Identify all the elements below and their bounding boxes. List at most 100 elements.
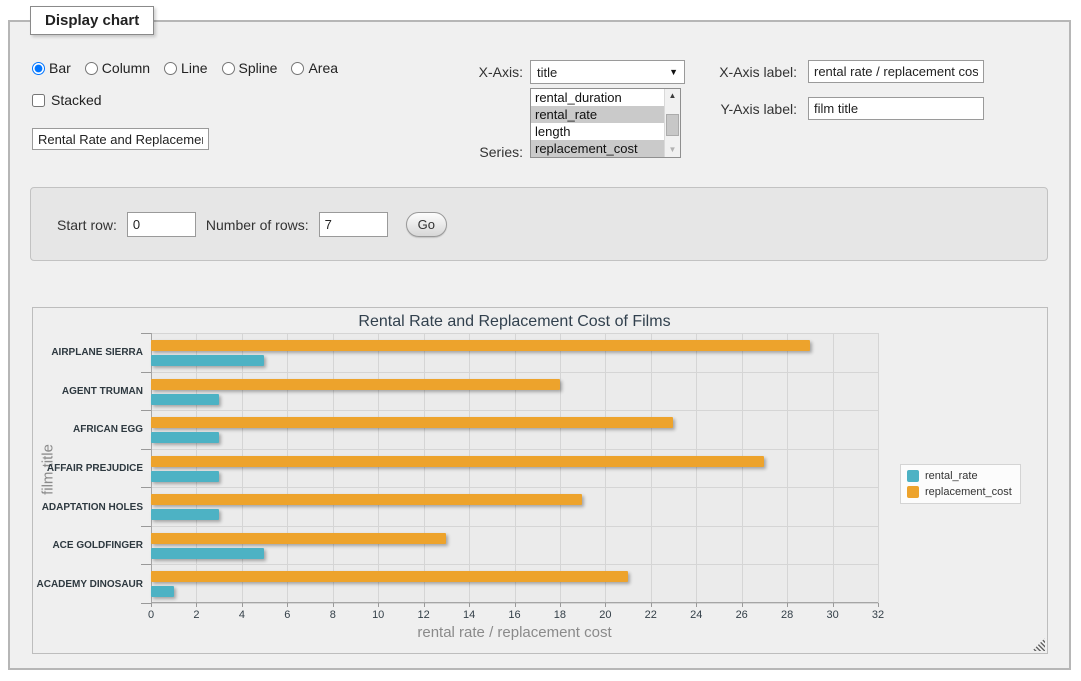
chevron-down-icon: ▼ xyxy=(669,67,678,77)
bar-replacement_cost-academy-dinosaur[interactable] xyxy=(151,571,628,582)
x-axis-tick-label: 20 xyxy=(585,609,625,621)
legend-label: replacement_cost xyxy=(925,486,1012,498)
chart-type-option-area[interactable]: Area xyxy=(291,60,338,76)
y-axis-tick xyxy=(141,603,151,604)
x-axis-tick xyxy=(196,603,197,607)
series-listbox-scrollbar[interactable]: ▲ ▼ xyxy=(664,89,680,157)
x-axis-tick xyxy=(515,603,516,607)
bar-replacement_cost-affair-prejudice[interactable] xyxy=(151,456,764,467)
stacked-option[interactable]: Stacked xyxy=(32,92,102,108)
x-axis-tick-label: 30 xyxy=(813,609,853,621)
stacked-checkbox[interactable] xyxy=(32,94,45,107)
chart-type-option-label: Area xyxy=(308,60,338,76)
query-panel: Start row: Number of rows: Go xyxy=(30,187,1048,261)
chart-container: Rental Rate and Replacement Cost of Film… xyxy=(32,307,1048,654)
gridline-vertical xyxy=(878,333,879,603)
scroll-up-icon[interactable]: ▲ xyxy=(665,89,680,103)
series-option-rental_rate[interactable]: rental_rate xyxy=(531,106,664,123)
x-axis-tick-label: 26 xyxy=(722,609,762,621)
bar-rental_rate-academy-dinosaur[interactable] xyxy=(151,586,174,597)
gridline-horizontal xyxy=(151,372,878,373)
bar-replacement_cost-african-egg[interactable] xyxy=(151,417,673,428)
bar-replacement_cost-agent-truman[interactable] xyxy=(151,379,560,390)
category-label: AGENT TRUMAN xyxy=(33,386,143,397)
legend-item-replacement_cost[interactable]: replacement_cost xyxy=(907,486,1012,498)
gridline-vertical xyxy=(242,333,243,603)
x-axis-tick xyxy=(424,603,425,607)
chart-legend: rental_rate replacement_cost xyxy=(900,464,1021,504)
series-option-replacement_cost[interactable]: replacement_cost xyxy=(531,140,664,157)
bar-rental_rate-african-egg[interactable] xyxy=(151,432,219,443)
x-axis-tick xyxy=(651,603,652,607)
category-label: AFRICAN EGG xyxy=(33,424,143,435)
scrollbar-thumb[interactable] xyxy=(666,114,679,136)
series-listbox[interactable]: rental_durationrental_ratelengthreplacem… xyxy=(530,88,681,158)
gridline-vertical xyxy=(560,333,561,603)
chart-type-radio-line[interactable] xyxy=(164,62,177,75)
start-row-label: Start row: xyxy=(57,217,117,233)
x-axis-tick-label: 24 xyxy=(676,609,716,621)
chart-type-radio-spline[interactable] xyxy=(222,62,235,75)
x-axis-tick xyxy=(742,603,743,607)
chart-type-option-bar[interactable]: Bar xyxy=(32,60,71,76)
bar-rental_rate-airplane-sierra[interactable] xyxy=(151,355,264,366)
x-axis-label-input[interactable] xyxy=(808,60,984,83)
legend-swatch-icon xyxy=(907,470,919,482)
x-axis-tick xyxy=(469,603,470,607)
x-axis-tick xyxy=(696,603,697,607)
x-axis-tick-label: 8 xyxy=(313,609,353,621)
category-label: ACADEMY DINOSAUR xyxy=(33,579,143,590)
chart-type-option-label: Spline xyxy=(239,60,278,76)
x-axis-tick xyxy=(242,603,243,607)
chart-title-input[interactable] xyxy=(32,128,209,150)
x-axis-tick xyxy=(333,603,334,607)
chart-type-option-spline[interactable]: Spline xyxy=(222,60,278,76)
series-listbox-options: rental_durationrental_ratelengthreplacem… xyxy=(531,89,664,157)
gridline-vertical xyxy=(742,333,743,603)
chart-type-option-column[interactable]: Column xyxy=(85,60,150,76)
x-axis-tick-label: 28 xyxy=(767,609,807,621)
bar-rental_rate-agent-truman[interactable] xyxy=(151,394,219,405)
go-button[interactable]: Go xyxy=(406,212,447,237)
y-axis-tick xyxy=(141,410,151,411)
x-axis-tick xyxy=(787,603,788,607)
bar-replacement_cost-airplane-sierra[interactable] xyxy=(151,340,810,351)
chart-type-radio-area[interactable] xyxy=(291,62,304,75)
chart-type-option-label: Line xyxy=(181,60,207,76)
x-axis-tick xyxy=(151,603,152,607)
gridline-vertical xyxy=(787,333,788,603)
scroll-down-icon[interactable]: ▼ xyxy=(665,143,680,157)
y-axis-tick xyxy=(141,372,151,373)
x-axis-tick-label: 18 xyxy=(540,609,580,621)
chart-type-option-line[interactable]: Line xyxy=(164,60,207,76)
legend-item-rental_rate[interactable]: rental_rate xyxy=(907,470,1012,482)
num-rows-input[interactable] xyxy=(319,212,388,237)
bar-replacement_cost-ace-goldfinger[interactable] xyxy=(151,533,446,544)
resize-grip-icon[interactable] xyxy=(1032,638,1045,651)
display-chart-fieldset: Display chart BarColumnLineSplineArea St… xyxy=(8,20,1071,670)
bar-rental_rate-ace-goldfinger[interactable] xyxy=(151,548,264,559)
gridline-vertical xyxy=(605,333,606,603)
x-axis-tick-label: 22 xyxy=(631,609,671,621)
x-axis-tick xyxy=(287,603,288,607)
bar-rental_rate-affair-prejudice[interactable] xyxy=(151,471,219,482)
series-option-length[interactable]: length xyxy=(531,123,664,140)
chart-type-radiogroup: Bar Column Line Spline Area xyxy=(32,60,338,76)
series-listbox-label: Series: xyxy=(465,144,523,160)
chart-type-radio-column[interactable] xyxy=(85,62,98,75)
x-axis-select[interactable]: title ▼ xyxy=(530,60,685,84)
bar-rental_rate-adaptation-holes[interactable] xyxy=(151,509,219,520)
y-axis-label-input[interactable] xyxy=(808,97,984,120)
series-option-rental_duration[interactable]: rental_duration xyxy=(531,89,664,106)
gridline-vertical xyxy=(651,333,652,603)
fieldset-legend: Display chart xyxy=(30,6,154,35)
y-axis-line xyxy=(151,333,152,603)
chart-type-radio-bar[interactable] xyxy=(32,62,45,75)
bar-replacement_cost-adaptation-holes[interactable] xyxy=(151,494,582,505)
gridline-horizontal xyxy=(151,449,878,450)
category-label: ACE GOLDFINGER xyxy=(33,540,143,551)
x-axis-tick-label: 0 xyxy=(131,609,171,621)
start-row-input[interactable] xyxy=(127,212,196,237)
category-label: ADAPTATION HOLES xyxy=(33,502,143,513)
chart-type-option-label: Bar xyxy=(49,60,71,76)
